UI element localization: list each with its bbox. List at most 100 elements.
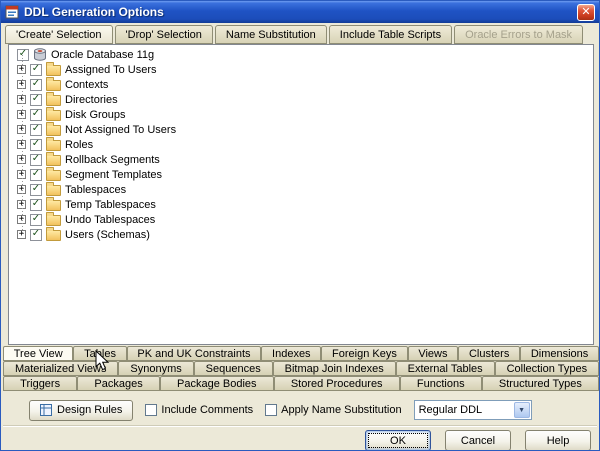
checkbox[interactable]: ✓ — [30, 63, 42, 76]
expand-icon[interactable]: + — [17, 79, 26, 89]
top-tab[interactable]: 'Drop' Selection — [114, 25, 213, 44]
bottom-tab[interactable]: Bitmap Join Indexes — [272, 361, 396, 376]
expand-icon[interactable]: + — [17, 169, 26, 179]
tree-item[interactable]: + ✓ Rollback Segments — [9, 152, 593, 167]
bottom-tab[interactable]: External Tables — [395, 361, 495, 376]
tree-item[interactable]: + ✓ Tablespaces — [9, 182, 593, 197]
tree-item[interactable]: + ✓ Contexts — [9, 77, 593, 92]
checkbox[interactable]: ✓ — [30, 108, 42, 121]
design-rules-button[interactable]: Design Rules — [29, 399, 134, 421]
expand-icon[interactable]: + — [17, 154, 26, 164]
footer-controls: Design Rules Include Comments Apply Name… — [1, 398, 599, 422]
check-icon: ✓ — [31, 78, 41, 89]
tree-item[interactable]: + ✓ Undo Tablespaces — [9, 212, 593, 227]
bottom-tab[interactable]: Foreign Keys — [321, 346, 408, 361]
checkbox[interactable]: ✓ — [30, 123, 42, 136]
bottom-tab-label: Dimensions — [530, 348, 589, 360]
top-tab[interactable]: Name Substitution — [214, 25, 327, 44]
apply-name-substitution-checkbox[interactable] — [265, 404, 278, 416]
bottom-tab[interactable]: Stored Procedures — [273, 376, 400, 391]
expand-icon[interactable]: + — [17, 64, 26, 74]
tree-item[interactable]: + ✓ Temp Tablespaces — [9, 197, 593, 212]
checkbox[interactable]: ✓ — [30, 93, 42, 106]
bottom-tab-label: PK and UK Constraints — [137, 348, 251, 360]
bottom-tab[interactable]: Tables — [73, 346, 127, 361]
top-tab[interactable]: Oracle Errors to Mask — [454, 25, 584, 44]
expand-icon[interactable]: + — [17, 139, 26, 149]
bottom-tab-label: Packages — [94, 378, 143, 390]
checkbox[interactable]: ✓ — [30, 78, 42, 91]
ok-button[interactable]: OK — [365, 430, 431, 450]
checkbox[interactable]: ✓ — [17, 48, 29, 61]
top-tab-label: 'Create' Selection — [16, 29, 102, 41]
tree-root-item[interactable]: ✓ Oracle Database 11g — [9, 47, 593, 62]
top-tab[interactable]: Include Table Scripts — [328, 25, 453, 44]
expand-icon[interactable]: + — [17, 214, 26, 224]
bottom-tab[interactable]: Indexes — [261, 346, 322, 361]
tree-item[interactable]: + ✓ Segment Templates — [9, 167, 593, 182]
bottom-tab-label: Stored Procedures — [290, 378, 383, 390]
bottom-tab[interactable]: Package Bodies — [159, 376, 274, 391]
checkbox[interactable]: ✓ — [30, 198, 42, 211]
tree-item[interactable]: + ✓ Assigned To Users — [9, 62, 593, 77]
bottom-tab-label: Materialized Views — [14, 363, 107, 375]
tree-item-label: Users (Schemas) — [65, 228, 150, 241]
bottom-tab[interactable]: PK and UK Constraints — [126, 346, 262, 361]
bottom-tab[interactable]: Views — [407, 346, 459, 361]
include-comments-checkbox[interactable] — [145, 404, 158, 416]
tree-children: + ✓ Assigned To Users + ✓ Contexts + ✓ D… — [9, 55, 593, 242]
bottom-tab[interactable]: Clusters — [458, 346, 521, 361]
check-icon: ✓ — [31, 138, 41, 149]
bottom-tab-row-3: Triggers Packages Package Bodies Stored … — [3, 376, 599, 391]
expand-icon[interactable]: + — [17, 94, 26, 104]
close-button[interactable]: ✕ — [577, 3, 595, 21]
include-comments-option[interactable]: Include Comments — [145, 404, 253, 416]
window-title: DDL Generation Options — [24, 5, 164, 19]
tree-item-label: Roles — [65, 138, 94, 151]
bottom-tab[interactable]: Synonyms — [118, 361, 194, 376]
checkbox[interactable]: ✓ — [30, 153, 42, 166]
ddl-generation-options-dialog: DDL Generation Options ✕ 'Create' Select… — [0, 0, 600, 451]
tree-item[interactable]: + ✓ Not Assigned To Users — [9, 122, 593, 137]
apply-name-substitution-option[interactable]: Apply Name Substitution — [265, 404, 402, 416]
check-icon: ✓ — [31, 198, 41, 209]
expand-icon[interactable]: + — [17, 184, 26, 194]
bottom-tab[interactable]: Packages — [77, 376, 160, 391]
bottom-tab[interactable]: Tree View — [3, 346, 74, 361]
check-icon: ✓ — [31, 108, 41, 119]
tree-item[interactable]: + ✓ Roles — [9, 137, 593, 152]
ddl-type-dropdown[interactable]: Regular DDL ▼ — [413, 400, 532, 420]
tree-item[interactable]: + ✓ Users (Schemas) — [9, 227, 593, 242]
tree-item[interactable]: + ✓ Directories — [9, 92, 593, 107]
expand-icon[interactable]: + — [17, 109, 26, 119]
top-tab[interactable]: 'Create' Selection — [5, 25, 113, 44]
tree-item[interactable]: + ✓ Disk Groups — [9, 107, 593, 122]
bottom-tab-label: Bitmap Join Indexes — [284, 363, 384, 375]
design-rules-icon — [40, 404, 52, 416]
bottom-tab[interactable]: Dimensions — [520, 346, 599, 361]
folder-icon — [46, 212, 61, 226]
expand-icon[interactable]: + — [17, 229, 26, 239]
apply-name-substitution-label: Apply Name Substitution — [281, 404, 402, 416]
bottom-tab[interactable]: Triggers — [3, 376, 78, 391]
bottom-tab[interactable]: Functions — [399, 376, 482, 391]
checkbox[interactable]: ✓ — [30, 228, 42, 241]
bottom-tab[interactable]: Materialized Views — [3, 361, 119, 376]
checkbox[interactable]: ✓ — [30, 138, 42, 151]
design-rules-label: Design Rules — [57, 404, 123, 416]
app-icon — [5, 5, 19, 19]
bottom-tab[interactable]: Sequences — [193, 361, 273, 376]
dropdown-arrow-button[interactable]: ▼ — [513, 402, 530, 418]
cancel-button[interactable]: Cancel — [445, 430, 511, 450]
bottom-tab[interactable]: Collection Types — [494, 361, 599, 376]
expand-icon[interactable]: + — [17, 124, 26, 134]
expand-icon[interactable]: + — [17, 199, 26, 209]
checkbox[interactable]: ✓ — [30, 183, 42, 196]
checkbox[interactable]: ✓ — [30, 213, 42, 226]
tree-item-label: Not Assigned To Users — [65, 123, 177, 136]
checkbox[interactable]: ✓ — [30, 168, 42, 181]
bottom-tab[interactable]: Structured Types — [481, 376, 599, 391]
help-button[interactable]: Help — [525, 430, 591, 450]
tree-item-label: Contexts — [65, 78, 109, 91]
tree-item-label: Rollback Segments — [65, 153, 160, 166]
